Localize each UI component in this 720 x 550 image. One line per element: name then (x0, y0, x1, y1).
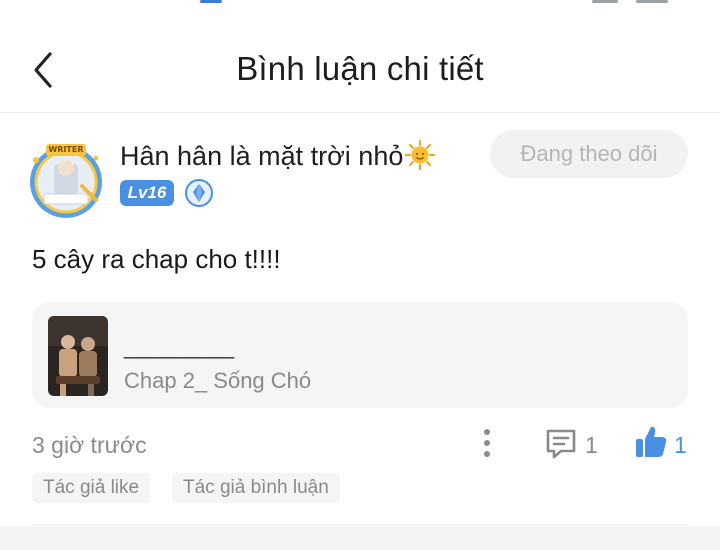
comment-text: 5 cây ra chap cho t!!!! (32, 244, 281, 274)
comment-icon[interactable] (544, 426, 578, 460)
like-count: 1 (674, 432, 687, 458)
avatar[interactable]: WRITER (24, 138, 108, 222)
level-badge: Lv16 (120, 180, 174, 206)
tag-author-commented: Tác giả bình luận (172, 473, 340, 503)
more-vertical-icon (484, 429, 490, 457)
status-tab-indicator (200, 0, 222, 3)
following-button[interactable]: Đang theo dõi (490, 130, 688, 178)
section-separator (0, 526, 720, 550)
header: Bình luận chi tiết (0, 28, 720, 113)
username-text: Hân hân là mặt trời nhỏ (120, 141, 404, 171)
divider (32, 524, 688, 525)
chapter-thumbnail (48, 316, 108, 396)
thumbs-up-icon[interactable] (634, 424, 668, 460)
author-row: WRITER Hân hân là mặt trời nhỏ Lv16 Đang… (24, 130, 696, 225)
avatar-badge-text: WRITER (48, 145, 84, 154)
timestamp: 3 giờ trước (32, 432, 147, 458)
reply-count: 1 (585, 432, 598, 458)
more-options-button[interactable] (478, 426, 496, 460)
sun-emoji-icon (405, 140, 436, 170)
chapter-subtitle: Chap 2_ Sống Chó (124, 368, 312, 393)
gem-badge-icon (185, 179, 213, 207)
status-strip (0, 0, 720, 8)
status-indicator (592, 0, 618, 3)
tag-author-liked: Tác giả like (32, 473, 151, 503)
comment-meta: 3 giờ trước 1 1 (32, 420, 688, 470)
chapter-name: _________ (124, 334, 235, 359)
status-indicator (636, 0, 668, 3)
page-title: Bình luận chi tiết (236, 50, 484, 87)
username[interactable]: Hân hân là mặt trời nhỏ (120, 140, 436, 172)
chapter-card[interactable]: _________ Chap 2_ Sống Chó (32, 302, 688, 408)
